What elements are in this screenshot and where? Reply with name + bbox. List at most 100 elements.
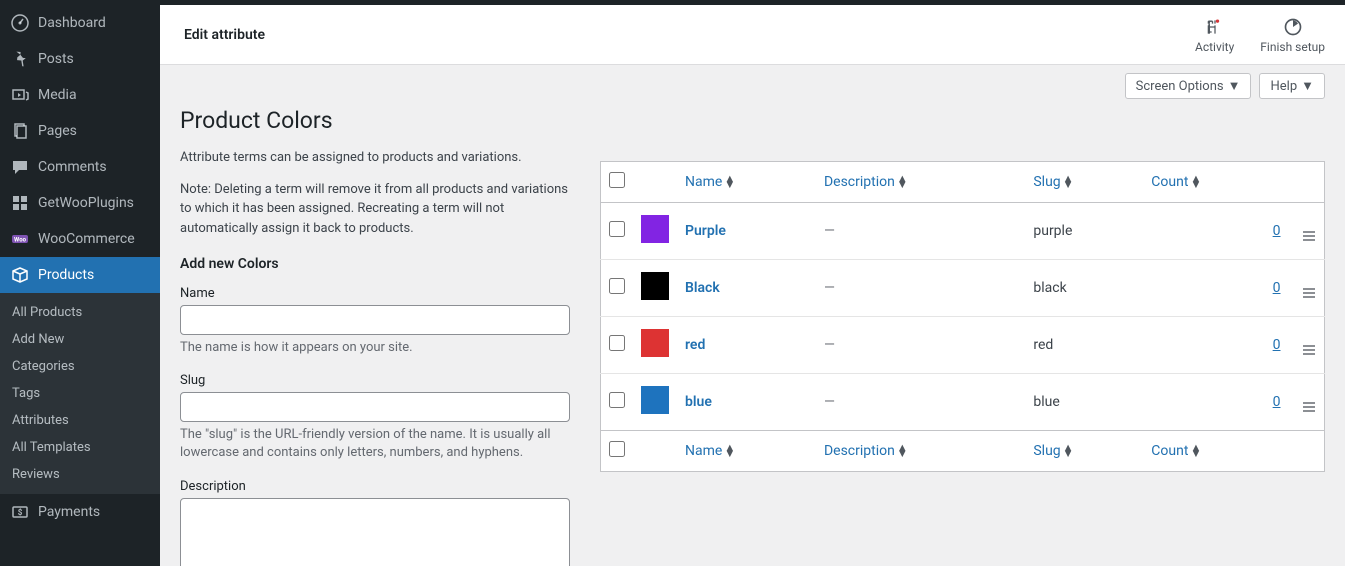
sidebar-item-payments[interactable]: $Payments: [0, 494, 160, 530]
color-swatch: [641, 329, 669, 357]
color-swatch: [641, 386, 669, 414]
activity-button[interactable]: Activity: [1195, 16, 1234, 54]
col-slug-footer[interactable]: Slug▲▼: [1025, 431, 1143, 472]
table-row: Purple—purple0: [601, 203, 1325, 260]
submenu-item-all-products[interactable]: All Products: [0, 299, 160, 326]
name-input[interactable]: [180, 305, 570, 335]
term-slug: red: [1025, 317, 1143, 374]
sidebar-item-label: Comments: [38, 159, 107, 175]
term-name-link[interactable]: red: [685, 337, 705, 353]
term-count-link[interactable]: 0: [1273, 394, 1281, 410]
chevron-down-icon: ▼: [1228, 78, 1241, 94]
col-name-footer[interactable]: Name▲▼: [677, 431, 816, 472]
sidebar-submenu: All ProductsAdd NewCategoriesTagsAttribu…: [0, 293, 160, 494]
media-icon: [10, 85, 30, 105]
sidebar-item-label: Products: [38, 267, 94, 283]
terms-table: Name▲▼ Description▲▼ Slug▲▼ Count▲▼ Purp…: [600, 161, 1325, 472]
term-name-link[interactable]: blue: [685, 394, 712, 410]
chevron-down-icon: ▼: [1301, 78, 1314, 94]
woo-icon: Woo: [10, 229, 30, 249]
name-help: The name is how it appears on your site.: [180, 339, 570, 357]
screen-options-button[interactable]: Screen Options ▼: [1125, 73, 1252, 99]
intro-text: Attribute terms can be assigned to produ…: [180, 148, 570, 168]
term-slug: blue: [1025, 374, 1143, 431]
page-header-title: Edit attribute: [180, 27, 265, 43]
note-text: Note: Deleting a term will remove it fro…: [180, 180, 570, 239]
sidebar-item-dashboard[interactable]: Dashboard: [0, 5, 160, 41]
term-description: —: [824, 223, 835, 239]
table-row: blue — blue 0: [601, 374, 1325, 431]
term-count-link[interactable]: 0: [1273, 280, 1281, 296]
sidebar-item-label: Payments: [38, 504, 100, 520]
sidebar-item-woocommerce[interactable]: WooWooCommerce: [0, 221, 160, 257]
color-swatch: [641, 272, 669, 300]
select-all-checkbox-footer[interactable]: [609, 441, 625, 457]
help-button[interactable]: Help ▼: [1259, 73, 1325, 99]
sidebar-item-media[interactable]: Media: [0, 77, 160, 113]
term-name-link[interactable]: Black: [685, 280, 720, 296]
sort-icon: ▲▼: [724, 445, 735, 457]
term-name-link[interactable]: Purple: [685, 223, 726, 239]
col-count-footer[interactable]: Count▲▼: [1143, 431, 1294, 472]
col-count[interactable]: Count▲▼: [1143, 162, 1294, 203]
activity-icon: [1204, 16, 1226, 38]
submenu-item-all-templates[interactable]: All Templates: [0, 434, 160, 461]
col-description-footer[interactable]: Description▲▼: [816, 431, 1025, 472]
sort-icon: ▲▼: [897, 445, 908, 457]
submenu-item-categories[interactable]: Categories: [0, 353, 160, 380]
sidebar-item-label: Pages: [38, 123, 77, 139]
finish-setup-label: Finish setup: [1260, 40, 1325, 54]
sort-icon: ▲▼: [724, 176, 735, 188]
page-title: Product Colors: [180, 107, 570, 134]
term-description: —: [824, 394, 835, 410]
color-swatch: [641, 215, 669, 243]
main-content: Edit attribute Activity Finish setup Scr…: [160, 5, 1345, 566]
col-slug[interactable]: Slug▲▼: [1025, 162, 1143, 203]
comments-icon: [10, 157, 30, 177]
submenu-item-tags[interactable]: Tags: [0, 380, 160, 407]
submenu-item-attributes[interactable]: Attributes: [0, 407, 160, 434]
sidebar-item-comments[interactable]: Comments: [0, 149, 160, 185]
sidebar-item-label: GetWooPlugins: [38, 195, 134, 211]
activity-label: Activity: [1195, 40, 1234, 54]
slug-input[interactable]: [180, 392, 570, 422]
table-row: Black—black0: [601, 260, 1325, 317]
svg-text:Woo: Woo: [14, 237, 27, 244]
submenu-item-add-new[interactable]: Add New: [0, 326, 160, 353]
term-count-link[interactable]: 0: [1273, 223, 1281, 239]
admin-sidebar: Dashboard Posts Media Pages Comments GetWooPl…: [0, 5, 160, 566]
sort-icon: ▲▼: [1190, 445, 1201, 457]
term-count-link[interactable]: 0: [1273, 337, 1281, 353]
row-checkbox[interactable]: [609, 392, 625, 408]
pages-icon: [10, 121, 30, 141]
description-input[interactable]: [180, 498, 570, 566]
name-label: Name: [180, 286, 570, 301]
drag-handle-icon[interactable]: [1303, 288, 1315, 298]
pin-icon: [10, 49, 30, 69]
drag-handle-icon[interactable]: [1303, 345, 1315, 355]
slug-label: Slug: [180, 373, 570, 388]
sort-icon: ▲▼: [1063, 445, 1074, 457]
row-checkbox[interactable]: [609, 278, 625, 294]
finish-setup-button[interactable]: Finish setup: [1260, 16, 1325, 54]
page-header: Edit attribute Activity Finish setup: [160, 5, 1345, 65]
slug-help: The "slug" is the URL-friendly version o…: [180, 426, 570, 462]
sidebar-item-getwooplugins[interactable]: GetWooPlugins: [0, 185, 160, 221]
select-all-checkbox[interactable]: [609, 172, 625, 188]
term-description: —: [824, 337, 835, 353]
sort-icon: ▲▼: [897, 176, 908, 188]
row-checkbox[interactable]: [609, 221, 625, 237]
drag-handle-icon[interactable]: [1303, 402, 1315, 412]
drag-handle-icon[interactable]: [1303, 231, 1315, 241]
sidebar-item-label: Posts: [38, 51, 74, 67]
submenu-item-reviews[interactable]: Reviews: [0, 461, 160, 488]
sidebar-item-label: Dashboard: [38, 15, 106, 31]
sidebar-item-label: Media: [38, 87, 77, 103]
sidebar-item-posts[interactable]: Posts: [0, 41, 160, 77]
row-checkbox[interactable]: [609, 335, 625, 351]
form-heading: Add new Colors: [180, 256, 570, 272]
col-description[interactable]: Description▲▼: [816, 162, 1025, 203]
sidebar-item-pages[interactable]: Pages: [0, 113, 160, 149]
sidebar-item-products[interactable]: Products: [0, 257, 160, 293]
col-name[interactable]: Name▲▼: [677, 162, 816, 203]
